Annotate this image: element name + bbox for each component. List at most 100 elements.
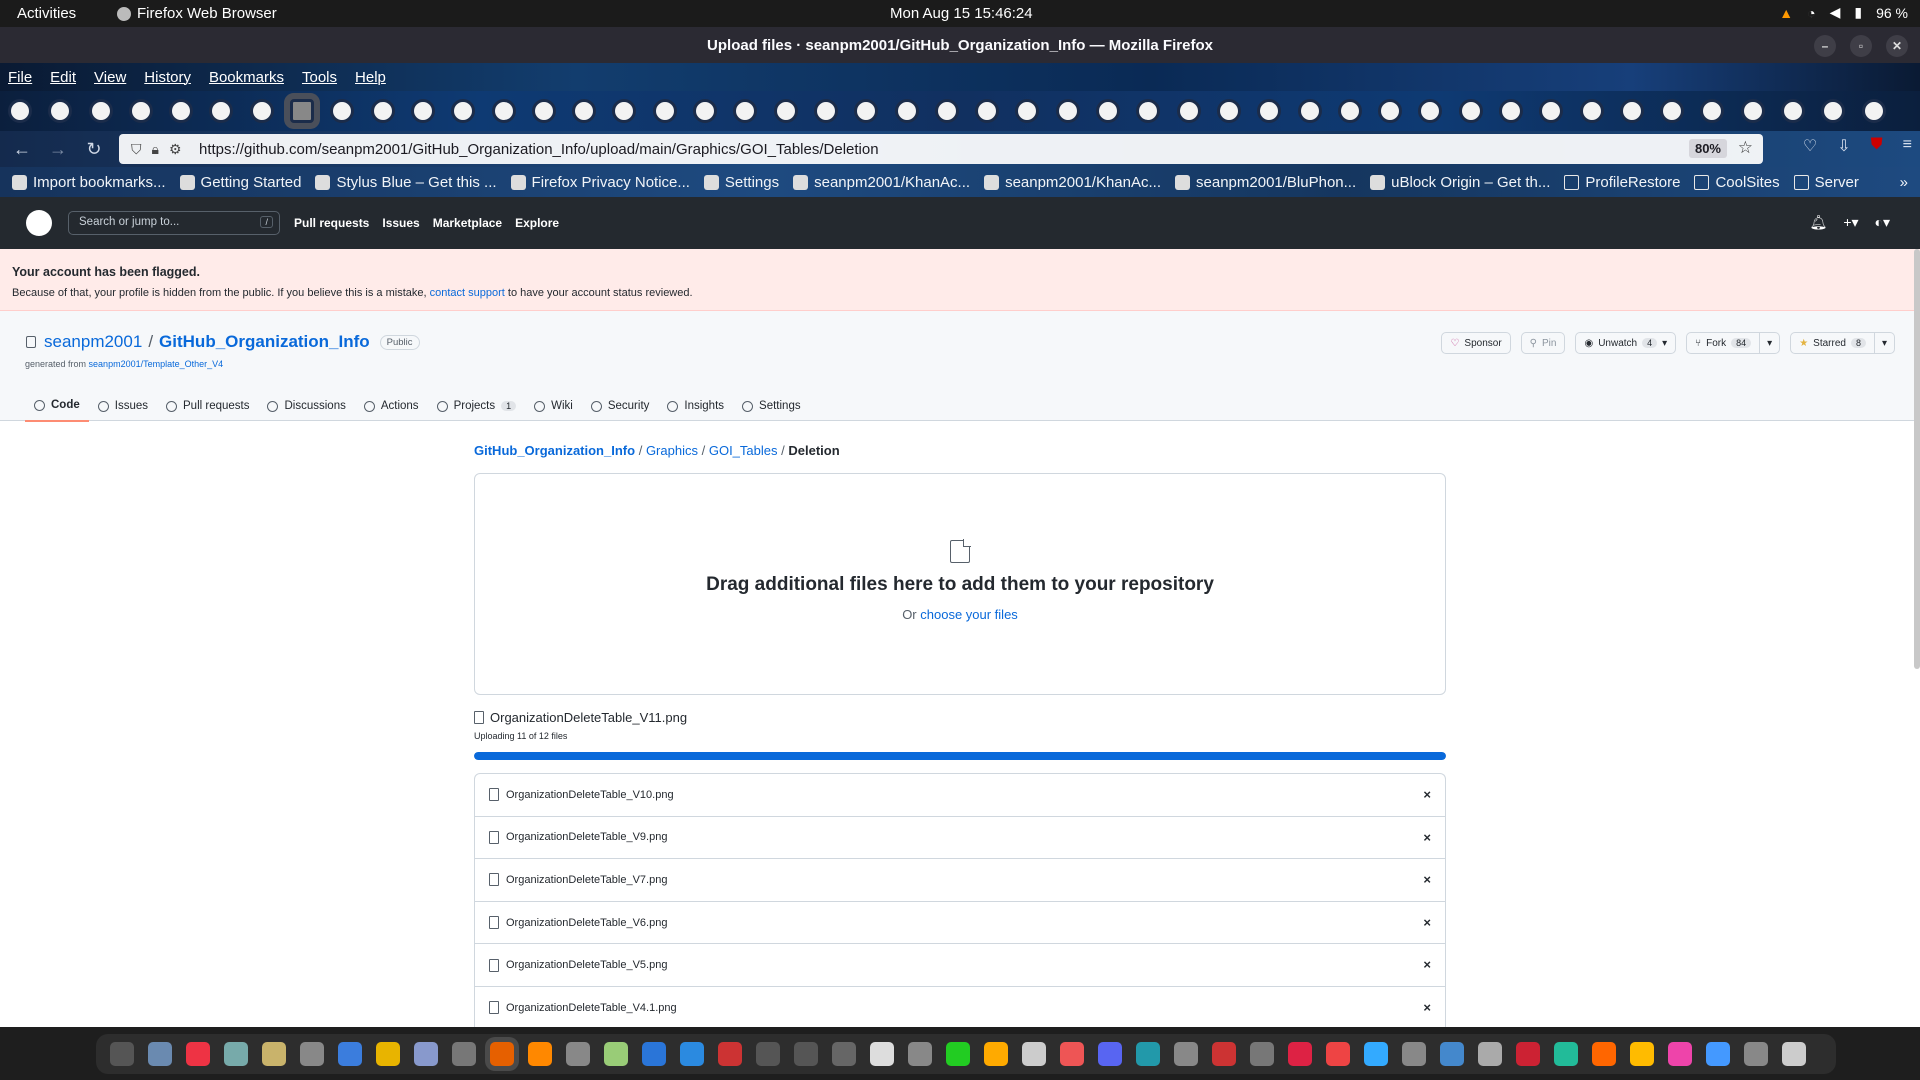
bookmark-item[interactable]: seanpm2001/BluPhon... [1175, 174, 1356, 191]
dock-app-icon[interactable] [452, 1042, 476, 1066]
nav-pull-requests[interactable]: Pull requests [294, 216, 369, 230]
dock-app-icon[interactable] [338, 1042, 362, 1066]
dock-app-icon[interactable] [528, 1042, 552, 1066]
dock-app-icon[interactable] [1364, 1042, 1388, 1066]
menu-view[interactable]: View [94, 69, 126, 86]
pinned-tab[interactable] [1015, 99, 1040, 123]
pin-button[interactable]: ⚲ Pin [1520, 332, 1566, 354]
pinned-tab[interactable] [370, 99, 395, 123]
activities-button[interactable]: Activities [17, 5, 76, 22]
breadcrumb-graphics-link[interactable]: Graphics [646, 443, 698, 458]
shield-icon[interactable]: ⛉ [131, 141, 142, 158]
template-repo-link[interactable]: seanpm2001/Template_Other_V4 [89, 359, 224, 369]
pinned-tab[interactable] [48, 99, 73, 123]
choose-files-link[interactable]: choose your files [920, 607, 1018, 622]
pinned-tab[interactable] [290, 99, 315, 123]
dock-app-icon[interactable] [1402, 1042, 1426, 1066]
pinned-tab[interactable] [1378, 99, 1403, 123]
dock-app-icon[interactable] [148, 1042, 172, 1066]
tab-issues[interactable]: Issues [89, 390, 157, 422]
lock-icon[interactable]: 🔒︎ [152, 141, 159, 158]
repo-name-link[interactable]: GitHub_Organization_Info [159, 332, 370, 352]
dock-app-icon[interactable] [870, 1042, 894, 1066]
pinned-tab[interactable] [1619, 99, 1644, 123]
bookmark-item[interactable]: seanpm2001/KhanAc... [793, 174, 970, 191]
dock-app-icon[interactable] [376, 1042, 400, 1066]
dock-app-icon[interactable] [1060, 1042, 1084, 1066]
pinned-tab[interactable] [773, 99, 798, 123]
vlc-icon[interactable]: ▲ [1779, 5, 1793, 21]
pinned-tab[interactable] [1297, 99, 1322, 123]
menu-help[interactable]: Help [355, 69, 386, 86]
fork-dropdown-button[interactable]: ▾ [1760, 332, 1781, 354]
bookmark-item[interactable]: Settings [703, 174, 779, 191]
tab-discussions[interactable]: Discussions [258, 390, 354, 422]
bell-icon[interactable]: 🔔︎ [1810, 214, 1828, 231]
dock-app-icon[interactable] [110, 1042, 134, 1066]
maximize-icon[interactable]: ▫ [1850, 35, 1872, 57]
tab-insights[interactable]: Insights [658, 390, 733, 422]
app-menu[interactable]: Firefox Web Browser [117, 5, 277, 22]
pinned-tab[interactable] [531, 99, 556, 123]
pinned-tab[interactable] [854, 99, 879, 123]
dock-app-icon[interactable] [604, 1042, 628, 1066]
dock-app-icon[interactable] [224, 1042, 248, 1066]
pinned-tab[interactable] [693, 99, 718, 123]
pinned-tab[interactable] [1821, 99, 1846, 123]
close-icon[interactable]: ✕ [1886, 35, 1908, 57]
menu-tools[interactable]: Tools [302, 69, 337, 86]
remove-file-icon[interactable]: × [1423, 957, 1431, 972]
dock-app-icon[interactable] [1744, 1042, 1768, 1066]
pinned-tab[interactable] [934, 99, 959, 123]
star-icon[interactable]: ☆ [1738, 138, 1753, 158]
tab-wiki[interactable]: Wiki [525, 390, 582, 422]
dock-app-icon[interactable] [1782, 1042, 1806, 1066]
bookmarks-overflow-icon[interactable]: » [1900, 174, 1908, 191]
clock[interactable]: Mon Aug 15 15:46:24 [890, 5, 1033, 22]
dock-app-icon[interactable] [794, 1042, 818, 1066]
hamburger-menu-icon[interactable]: ≡ [1903, 136, 1912, 156]
tab-projects[interactable]: Projects 1 [428, 390, 526, 422]
bookmark-item[interactable]: CoolSites [1694, 174, 1780, 191]
pinned-tab[interactable] [652, 99, 677, 123]
pinned-tab[interactable] [1498, 99, 1523, 123]
dock-app-icon[interactable] [1326, 1042, 1350, 1066]
pinned-tab[interactable] [1216, 99, 1241, 123]
tab-code[interactable]: Code [25, 390, 89, 422]
dock-app-icon[interactable] [300, 1042, 324, 1066]
pinned-tab[interactable] [128, 99, 153, 123]
pinned-tab[interactable] [612, 99, 637, 123]
pinned-tab[interactable] [1136, 99, 1161, 123]
dock-app-icon[interactable] [1478, 1042, 1502, 1066]
pinned-tab[interactable] [975, 99, 1000, 123]
pinned-tab[interactable] [1579, 99, 1604, 123]
dock-app-icon[interactable] [1554, 1042, 1578, 1066]
menu-bookmarks[interactable]: Bookmarks [209, 69, 284, 86]
star-dropdown-button[interactable]: ▾ [1874, 332, 1895, 354]
create-new-icon[interactable]: +▾ [1843, 214, 1858, 231]
dock-app-icon[interactable] [1592, 1042, 1616, 1066]
dock-app-icon[interactable] [262, 1042, 286, 1066]
dock-app-icon[interactable] [642, 1042, 666, 1066]
nav-explore[interactable]: Explore [515, 216, 559, 230]
minimize-icon[interactable]: – [1814, 35, 1836, 57]
avatar[interactable]: ◐▾ [1875, 214, 1890, 231]
pinned-tab[interactable] [1660, 99, 1685, 123]
dock-app-icon[interactable] [832, 1042, 856, 1066]
system-tray[interactable]: ▲ ◔ ◀ ▮ 96 % [1779, 4, 1908, 21]
permissions-icon[interactable]: ⚙ [169, 141, 182, 158]
pinned-tab[interactable] [249, 99, 274, 123]
remove-file-icon[interactable]: × [1423, 872, 1431, 887]
dock-app-icon[interactable] [1250, 1042, 1274, 1066]
pinned-tab[interactable] [169, 99, 194, 123]
bookmark-item[interactable]: Firefox Privacy Notice... [510, 174, 690, 191]
menu-file[interactable]: File [8, 69, 32, 86]
pinned-tab[interactable] [813, 99, 838, 123]
bookmark-item[interactable]: Import bookmarks... [12, 174, 166, 191]
breadcrumb-repo-link[interactable]: GitHub_Organization_Info [474, 443, 635, 458]
dock-app-icon[interactable] [186, 1042, 210, 1066]
dock-app-icon[interactable] [1174, 1042, 1198, 1066]
github-logo-icon[interactable] [26, 210, 52, 236]
ublock-extension-icon[interactable]: ⛊ [1871, 136, 1883, 156]
pinned-tab[interactable] [1418, 99, 1443, 123]
